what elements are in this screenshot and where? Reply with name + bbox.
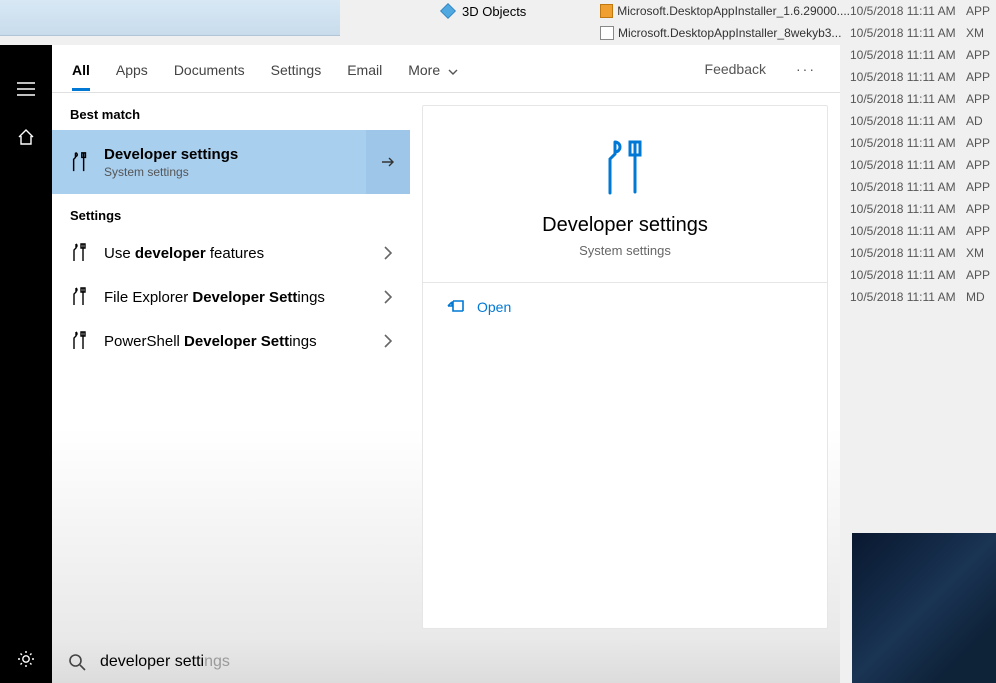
results-body: Best match Developer settings System set… [52,93,840,641]
results-list: Best match Developer settings System set… [52,93,410,641]
tab-more-label: More [408,62,440,78]
search-bar[interactable]: developer settings [52,641,840,683]
settings-button[interactable] [0,635,52,683]
file-icon [600,26,614,40]
arrow-right-icon [380,154,396,170]
chevron-right-icon [384,246,392,260]
wrench-screwdriver-icon [70,287,90,307]
detail-title: Developer settings [542,214,708,237]
cube-icon [440,3,456,19]
bg-file-row: Microsoft.DesktopAppInstaller_8wekyb3...… [600,22,996,44]
wrench-screwdriver-icon [70,152,90,172]
start-search-panel: All Apps Documents Settings Email More F… [0,45,840,683]
settings-result[interactable]: File Explorer Developer Settings [52,275,410,319]
bg-folder-label: 3D Objects [462,4,526,19]
file-icon [600,4,613,18]
detail-pane: Developer settings System settings Open [410,93,840,641]
filter-tabs: All Apps Documents Settings Email More F… [52,45,840,93]
tab-email[interactable]: Email [347,48,382,90]
result-title: File Explorer Developer Settings [104,289,325,306]
result-title: Use developer features [104,245,264,262]
home-button[interactable] [0,113,52,161]
bg-folder-3d-objects: 3D Objects [440,0,526,22]
best-match-item[interactable]: Developer settings System settings [52,130,410,194]
tab-documents[interactable]: Documents [174,48,245,90]
settings-result[interactable]: Use developer features [52,231,410,275]
gear-icon [17,650,35,668]
hamburger-icon [17,82,35,96]
navigation-rail [0,45,52,683]
feedback-link[interactable]: Feedback [705,61,766,77]
hamburger-menu[interactable] [0,65,52,113]
best-match-subtitle: System settings [104,165,238,179]
best-match-expand[interactable] [366,130,410,194]
settings-result[interactable]: PowerShell Developer Settings [52,319,410,363]
home-icon [17,128,35,146]
best-match-title: Developer settings [104,146,238,163]
tab-all[interactable]: All [72,48,90,90]
chevron-right-icon [384,334,392,348]
section-best-match: Best match [52,93,410,130]
bg-wallpaper [852,533,996,683]
overflow-menu[interactable]: ··· [792,61,820,77]
chevron-right-icon [384,290,392,304]
open-action[interactable]: Open [423,283,827,331]
result-title: PowerShell Developer Settings [104,333,317,350]
tab-more[interactable]: More [408,48,458,90]
section-settings: Settings [52,194,410,231]
wrench-screwdriver-icon [70,331,90,351]
tab-settings[interactable]: Settings [271,48,322,90]
tab-apps[interactable]: Apps [116,48,148,90]
chevron-down-icon [448,62,458,78]
bg-titlebar [0,0,340,36]
wrench-screwdriver-icon [599,136,651,200]
open-icon [447,299,465,315]
search-content: All Apps Documents Settings Email More F… [52,45,840,683]
detail-subtitle: System settings [579,243,671,258]
bg-file-row: Microsoft.DesktopAppInstaller_1.6.29000.… [600,0,996,22]
detail-card: Developer settings System settings Open [422,105,828,629]
search-input[interactable]: developer settings [100,653,824,671]
open-label: Open [477,299,511,315]
search-icon [68,653,86,671]
wrench-screwdriver-icon [70,243,90,263]
